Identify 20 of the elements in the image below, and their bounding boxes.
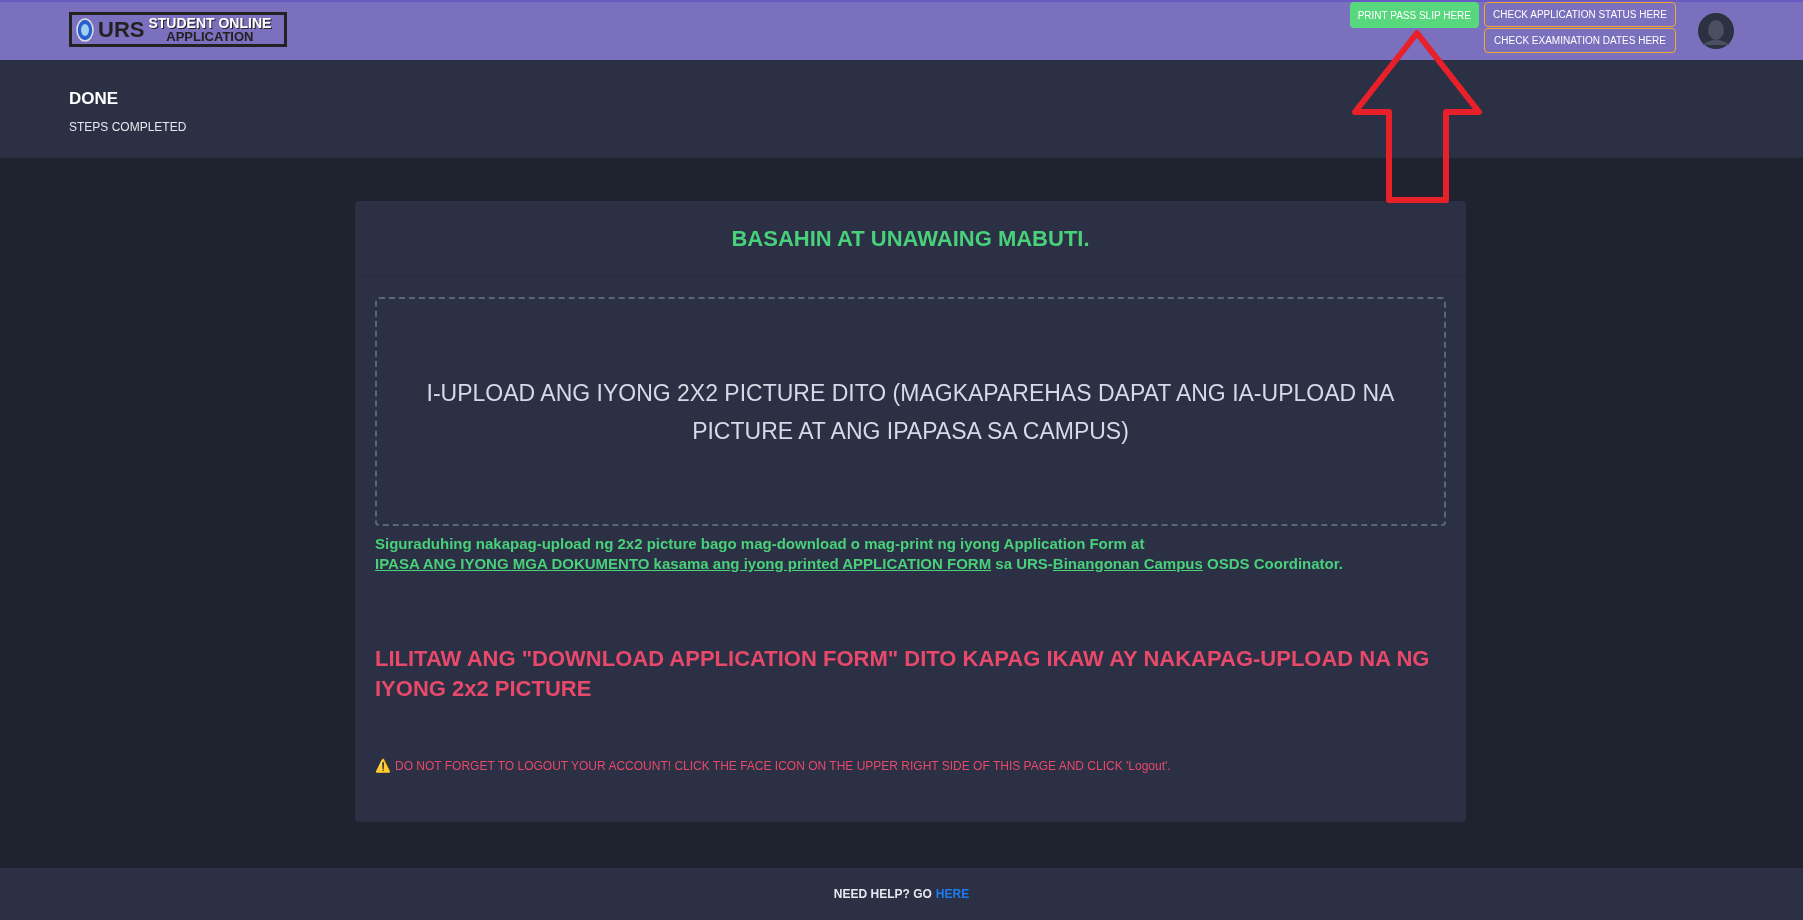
warning-icon: ⚠ (375, 756, 391, 776)
upload-note: Siguraduhing nakapag-upload ng 2x2 picture bago mag-download o mag-print ng iyong Application Form at IPASA ANG IYONG MGA DOKUMENTO kasama ang iyong printed APPLICATION FORM sa URS-Binangonan Campus OSDS Coordinator. (375, 534, 1344, 574)
logo-text: APPLICATION (166, 30, 254, 43)
help-link[interactable]: HERE (935, 885, 970, 903)
upload-dropzone[interactable]: I-UPLOAD ANG IYONG 2X2 PICTURE DITO (MAGKAPAREHAS DAPAT ANG IA-UPLOAD NA PICTURE AT ANG IPAPASA SA CAMPUS) (375, 297, 1446, 526)
seal-icon (76, 17, 94, 42)
nav-button[interactable]: CHECK APPLICATION STATUS HERE (1484, 2, 1676, 27)
nav-button[interactable]: CHECK EXAMINATION DATES HERE (1484, 28, 1676, 53)
card-heading: BASAHIN AT UNAWAING MABUTI. (731, 225, 1090, 253)
logo-text: STUDENT ONLINE (148, 16, 272, 30)
logout-warning: DO NOT FORGET TO LOGOUT YOUR ACCOUNT! CLICK THE FACE ICON ON THE UPPER RIGHT SIDE OF THIS PAGE AND CLICK 'Logout'. (395, 757, 1171, 775)
avatar[interactable] (1698, 13, 1734, 49)
upload-prompt: I-UPLOAD ANG IYONG 2X2 PICTURE DITO (MAGKAPAREHAS DAPAT ANG IA-UPLOAD NA PICTURE AT ANG IPAPASA SA CAMPUS) (425, 378, 1396, 446)
step-title: DONE (69, 88, 120, 110)
note-link[interactable]: IPASA ANG IYONG MGA DOKUMENTO kasama ang iyong printed APPLICATION FORM (375, 555, 992, 572)
step-subtitle: STEPS COMPLETED (69, 118, 188, 136)
logo-text: URS (98, 18, 145, 41)
help-text: NEED HELP? GO (833, 886, 932, 903)
note-link[interactable]: Binangonan Campus (1052, 555, 1203, 572)
download-notice: LILITAW ANG "DOWNLOAD APPLICATION FORM" DITO KAPAG IKAW AY NAKAPAG-UPLOAD NA NG IYONG 2x2 PICTURE (375, 645, 1431, 703)
